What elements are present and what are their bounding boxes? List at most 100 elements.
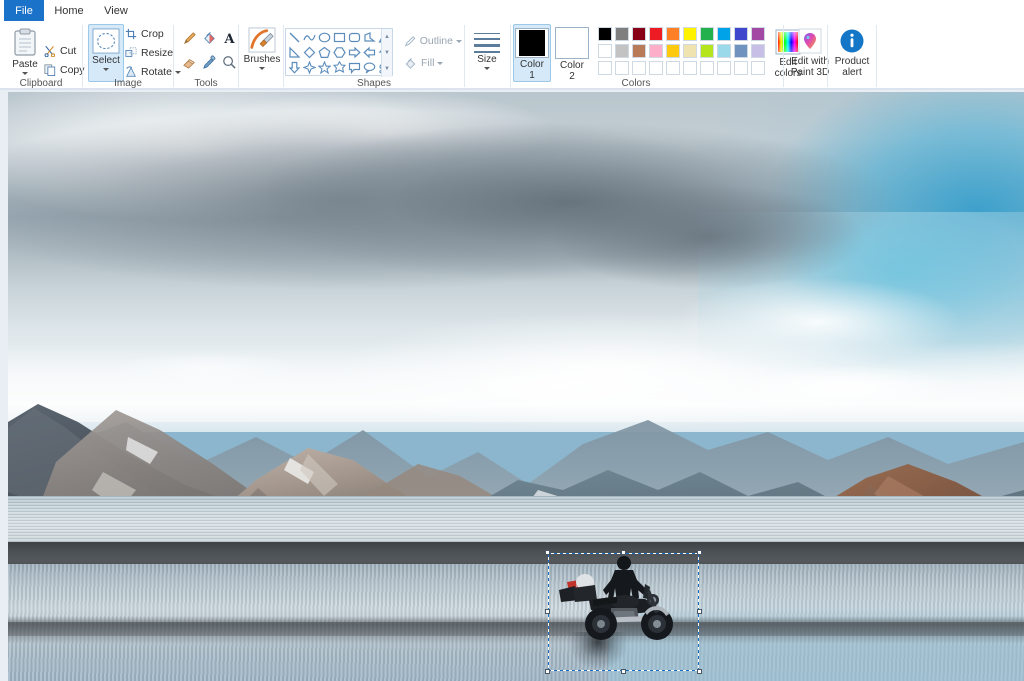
color-swatch-r1-c2[interactable] xyxy=(615,27,629,41)
copy-button[interactable]: Copy xyxy=(44,62,86,78)
shape-down-arrow[interactable] xyxy=(287,60,302,75)
shape-curve[interactable] xyxy=(302,30,317,45)
tab-home[interactable]: Home xyxy=(46,0,92,21)
selection-marquee[interactable] xyxy=(545,550,702,674)
color-swatch-r2-c9[interactable] xyxy=(734,44,748,58)
color-swatch-r2-c1[interactable] xyxy=(598,44,612,58)
brushes-button-label: Brushes xyxy=(243,54,281,65)
brushes-dropdown-caret[interactable] xyxy=(259,67,265,70)
color-swatch-r1-c5[interactable] xyxy=(666,27,680,41)
shape-diamond[interactable] xyxy=(302,45,317,60)
color-swatch-r3-c6[interactable] xyxy=(683,61,697,75)
shape-pentagon[interactable] xyxy=(317,45,332,60)
size-button[interactable]: Size xyxy=(468,27,506,81)
shape-rounded-callout[interactable] xyxy=(347,60,362,75)
shape-polygon[interactable] xyxy=(362,30,377,45)
selection-handle-bottom-middle[interactable] xyxy=(620,669,626,674)
selection-handle-middle-right[interactable] xyxy=(697,609,702,614)
size-dropdown-caret[interactable] xyxy=(484,67,490,70)
magnifier-tool-button[interactable] xyxy=(220,53,238,71)
color-swatch-r1-c8[interactable] xyxy=(717,27,731,41)
canvas-area[interactable] xyxy=(0,90,1024,681)
paste-button[interactable]: Paste xyxy=(6,25,44,81)
outline-button[interactable]: Outline xyxy=(404,33,462,49)
color-swatch-r3-c4[interactable] xyxy=(649,61,663,75)
color-swatch-r1-c7[interactable] xyxy=(700,27,714,41)
color-swatch-r2-c4[interactable] xyxy=(649,44,663,58)
color-palette-row-1[interactable] xyxy=(598,27,767,41)
cut-button[interactable]: Cut xyxy=(44,43,82,59)
brushes-button[interactable]: Brushes xyxy=(243,25,281,83)
color-swatch-r3-c7[interactable] xyxy=(700,61,714,75)
pencil-tool-button[interactable] xyxy=(180,29,198,47)
shapes-expand-icon[interactable]: ▼ xyxy=(384,66,390,72)
text-tool-button[interactable]: A xyxy=(220,29,238,47)
color1-button[interactable]: Color 1 xyxy=(513,24,551,82)
select-dropdown-caret[interactable] xyxy=(103,68,109,71)
color-picker-tool-button[interactable] xyxy=(200,53,218,71)
shape-six-point-star[interactable] xyxy=(332,60,347,75)
fill-button[interactable]: Fill xyxy=(404,55,450,71)
color-swatch-r2-c7[interactable] xyxy=(700,44,714,58)
selection-handle-top-left[interactable] xyxy=(545,550,550,555)
shape-oval[interactable] xyxy=(317,30,332,45)
selection-handle-top-right[interactable] xyxy=(697,550,702,555)
color-swatch-r3-c1[interactable] xyxy=(598,61,612,75)
outline-dropdown-caret[interactable] xyxy=(456,39,462,43)
shapes-scroll-up-icon[interactable]: ▲ xyxy=(384,34,390,40)
shapes-scroll-down-icon[interactable]: ▼ xyxy=(384,50,390,56)
color-swatch-r3-c2[interactable] xyxy=(615,61,629,75)
color-swatch-r2-c6[interactable] xyxy=(683,44,697,58)
shape-rectangle[interactable] xyxy=(332,30,347,45)
paste-dropdown-caret[interactable] xyxy=(22,72,28,75)
shape-left-arrow[interactable] xyxy=(362,45,377,60)
color-swatch-r3-c10[interactable] xyxy=(751,61,765,75)
select-button[interactable]: Select xyxy=(88,24,124,82)
color-swatch-r2-c3[interactable] xyxy=(632,44,646,58)
color-swatch-r1-c9[interactable] xyxy=(734,27,748,41)
color-swatch-r1-c4[interactable] xyxy=(649,27,663,41)
shape-oval-callout[interactable] xyxy=(362,60,377,75)
fill-dropdown-caret[interactable] xyxy=(437,61,444,65)
shape-rounded-rectangle[interactable] xyxy=(347,30,362,45)
tab-view[interactable]: View xyxy=(94,0,138,21)
selection-handle-bottom-left[interactable] xyxy=(545,669,550,674)
product-alert-button[interactable]: Product alert xyxy=(831,24,873,82)
color-swatch-r1-c10[interactable] xyxy=(751,27,765,41)
ribbon: Paste Cut Copy Clipboard Select Crop Res… xyxy=(0,21,1024,90)
tab-view-label: View xyxy=(104,4,128,17)
shape-right-arrow[interactable] xyxy=(347,45,362,60)
shape-line[interactable] xyxy=(287,30,302,45)
eraser-tool-button[interactable] xyxy=(180,53,198,71)
shapes-scrollbar[interactable]: ▲ ▼ ▼ xyxy=(381,29,392,77)
shape-five-point-star[interactable] xyxy=(317,60,332,75)
selection-handle-bottom-right[interactable] xyxy=(697,669,702,674)
color-swatch-r1-c3[interactable] xyxy=(632,27,646,41)
color-swatch-r3-c9[interactable] xyxy=(734,61,748,75)
color-swatch-r3-c8[interactable] xyxy=(717,61,731,75)
resize-button[interactable]: Resize xyxy=(125,45,177,61)
resize-icon xyxy=(125,47,137,57)
shapes-gallery[interactable]: ▲ ▼ ▼ xyxy=(285,28,393,77)
crop-button[interactable]: Crop xyxy=(125,26,171,42)
color-swatch-r2-c10[interactable] xyxy=(751,44,765,58)
fill-tool-button[interactable] xyxy=(200,29,218,47)
color-swatch-r3-c5[interactable] xyxy=(666,61,680,75)
selection-handle-top-middle[interactable] xyxy=(620,550,626,555)
color-palette-row-3[interactable] xyxy=(598,61,767,75)
image-canvas[interactable] xyxy=(8,92,1024,681)
shape-hexagon[interactable] xyxy=(332,45,347,60)
shape-four-point-star[interactable] xyxy=(302,60,317,75)
color2-button[interactable]: Color 2 xyxy=(553,24,591,82)
color-swatch-r3-c3[interactable] xyxy=(632,61,646,75)
color-swatch-r1-c1[interactable] xyxy=(598,27,612,41)
color1-swatch-frame xyxy=(515,28,549,58)
selection-handle-middle-left[interactable] xyxy=(545,609,550,614)
color-swatch-r2-c8[interactable] xyxy=(717,44,731,58)
color-swatch-r1-c6[interactable] xyxy=(683,27,697,41)
color-swatch-r2-c5[interactable] xyxy=(666,44,680,58)
shape-right-triangle[interactable] xyxy=(287,45,302,60)
color-swatch-r2-c2[interactable] xyxy=(615,44,629,58)
color-palette-row-2[interactable] xyxy=(598,44,767,58)
tab-file[interactable]: File xyxy=(4,0,44,21)
